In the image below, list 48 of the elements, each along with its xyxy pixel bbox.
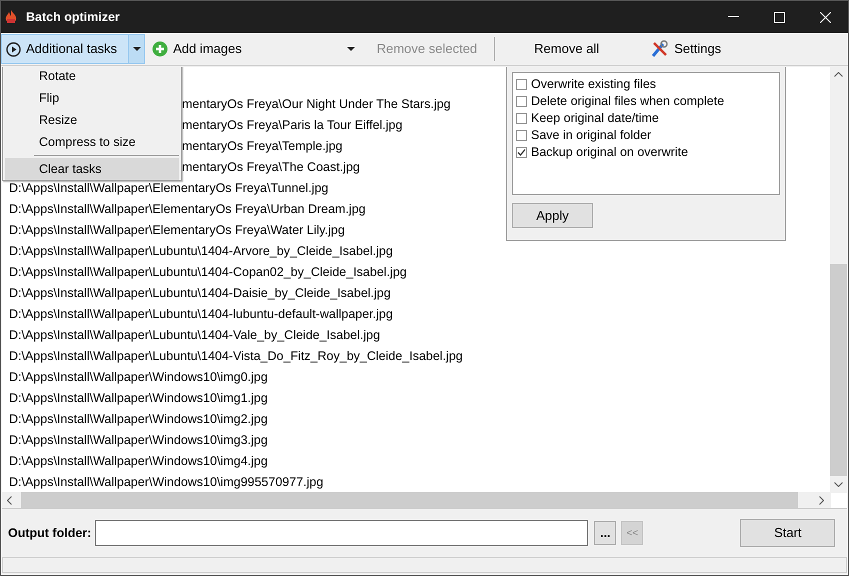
caret-icon	[132, 47, 141, 51]
file-path[interactable]: D:\Apps\Install\Wallpaper\Windows10\img3.jpg	[2, 430, 463, 451]
tools-icon	[651, 40, 670, 58]
output-folder-field[interactable]	[95, 520, 588, 546]
menu-item[interactable]: Rotate	[5, 67, 179, 87]
check-icon	[517, 148, 526, 157]
file-path[interactable]: D:\Apps\Install\Wallpaper\Windows10\img2.jpg	[2, 409, 463, 430]
scroll-left-icon[interactable]	[7, 496, 12, 504]
option-checkbox[interactable]: Overwrite existing files	[516, 76, 779, 93]
caret-icon	[346, 47, 355, 51]
file-path[interactable]: D:\Apps\Install\Wallpaper\Windows10\img4.jpg	[2, 451, 463, 472]
option-checkbox[interactable]: Keep original date/time	[516, 110, 779, 127]
toolbar-button[interactable]: Remove all	[529, 34, 606, 64]
window-title: Batch optimizer	[26, 8, 120, 26]
file-path[interactable]: D:\Apps\Install\Wallpaper\Lubuntu\1404-lubuntu-default-wallpaper.jpg	[2, 304, 463, 325]
browse-button[interactable]: ...	[594, 521, 616, 545]
play-icon	[6, 42, 21, 56]
file-path[interactable]: D:\Apps\Install\Wallpaper\Windows10\img0.jpg	[2, 367, 463, 388]
flame-icon	[4, 10, 18, 24]
menu-item[interactable]: Flip	[5, 87, 179, 109]
start-button[interactable]: Start	[740, 519, 836, 547]
option-checkbox[interactable]: Delete original files when complete	[516, 93, 779, 110]
menu-item[interactable]: Compress to size	[5, 131, 179, 153]
toolbar-button[interactable]: Settings	[646, 34, 728, 64]
file-path[interactable]: D:\Apps\Install\Wallpaper\Lubuntu\1404-Arvore_by_Cleide_Isabel.jpg	[2, 241, 463, 262]
menu-item[interactable]: Clear tasks	[5, 158, 179, 180]
vertical-scrollbar[interactable]	[830, 67, 847, 493]
file-path[interactable]: D:\Apps\Install\Wallpaper\Windows10\img995570977.jpg	[2, 472, 463, 493]
option-checkbox[interactable]: Backup original on overwrite	[516, 144, 779, 161]
file-path[interactable]: D:\Apps\Install\Wallpaper\Windows10\img1.jpg	[2, 388, 463, 409]
apply-button[interactable]: Apply	[512, 203, 593, 228]
file-path[interactable]: D:\Apps\Install\Wallpaper\Lubuntu\1404-Vista_Do_Fitz_Roy_by_Cleide_Isabel.jpg	[2, 346, 463, 367]
scroll-up-icon[interactable]	[834, 72, 843, 77]
option-checkbox[interactable]: Save in original folder	[516, 127, 779, 144]
file-path[interactable]: D:\Apps\Install\Wallpaper\ElementaryOs Freya\Tunnel.jpg	[2, 178, 463, 199]
file-path[interactable]: D:\Apps\Install\Wallpaper\Lubuntu\1404-Copan02_by_Cleide_Isabel.jpg	[2, 262, 463, 283]
file-path[interactable]: D:\Apps\Install\Wallpaper\Lubuntu\1404-Daisie_by_Cleide_Isabel.jpg	[2, 283, 463, 304]
split-button[interactable]: Additional tasks	[1, 34, 146, 64]
split-button[interactable]: Add images	[147, 34, 360, 64]
horizontal-scrollbar[interactable]	[2, 492, 831, 508]
file-path[interactable]: D:\Apps\Install\Wallpaper\Lubuntu\1404-Vale_by_Cleide_Isabel.jpg	[2, 325, 463, 346]
output-folder-label: Output folder:	[8, 524, 92, 542]
file-path[interactable]: D:\Apps\Install\Wallpaper\ElementaryOs Freya\Urban Dream.jpg	[2, 199, 463, 220]
scroll-right-icon[interactable]	[819, 496, 824, 504]
scroll-down-icon[interactable]	[834, 482, 843, 487]
plus-icon	[152, 41, 168, 57]
file-path[interactable]: D:\Apps\Install\Wallpaper\ElementaryOs Freya\Water Lily.jpg	[2, 220, 463, 241]
menu-item[interactable]: Resize	[5, 109, 179, 131]
